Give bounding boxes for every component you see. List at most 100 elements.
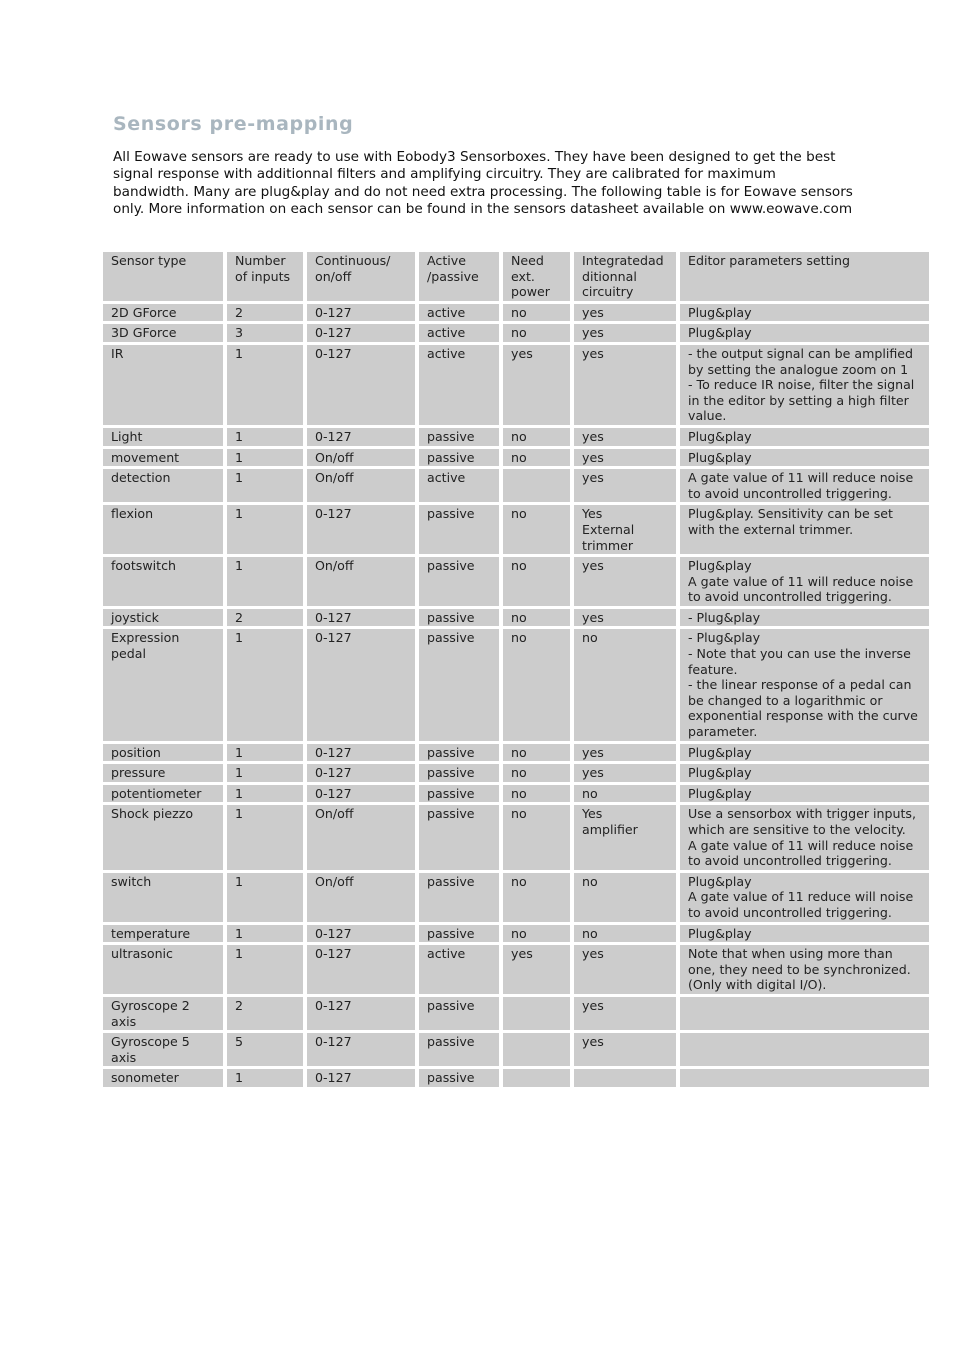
cell-text-line: External trimmer bbox=[582, 521, 635, 553]
table-row: switch 1 On/off passive no no Plug&play A gate … bbox=[103, 872, 929, 922]
table-row: 3D GForce 3 0-127 active no yes Plug&play bbox=[103, 324, 929, 342]
cell-text-line: - To reduce IR noise, filter the signal … bbox=[688, 377, 915, 424]
cell-additional-circuitry: yes bbox=[574, 557, 676, 606]
cell-sensor-type: potentiometer bbox=[103, 784, 223, 803]
cell-number-of-inputs: 1 bbox=[227, 629, 303, 741]
cell-need-ext-power: no bbox=[503, 448, 570, 467]
cell-signal-type: 0-127 bbox=[307, 1033, 415, 1067]
cell-signal-type: 0-127 bbox=[307, 344, 415, 425]
cell-need-ext-power: no bbox=[503, 784, 570, 803]
cell-active-passive: passive bbox=[419, 629, 499, 741]
cell-text-line: A gate value of 11 will reduce noise to … bbox=[688, 837, 914, 869]
cell-additional-circuitry: yes bbox=[574, 448, 676, 467]
cell-editor-parameters: Plug&play bbox=[680, 448, 929, 467]
cell-need-ext-power bbox=[503, 996, 570, 1031]
cell-sensor-type: 3D GForce bbox=[103, 324, 223, 342]
cell-signal-type: 0-127 bbox=[307, 629, 415, 741]
table-row: temperature 1 0-127 passive no no Plug&play bbox=[103, 924, 929, 943]
cell-text-line: Plug&play bbox=[688, 873, 752, 889]
section-title: Sensors pre-mapping bbox=[113, 113, 354, 135]
cell-number-of-inputs: 2 bbox=[227, 996, 303, 1031]
cell-signal-type: 0-127 bbox=[307, 996, 415, 1031]
cell-editor-parameters: - the output signal can be amplified by … bbox=[680, 344, 929, 425]
table-row: Gyroscope 2 axis 2 0-127 passive yes bbox=[103, 996, 929, 1031]
cell-editor-parameters: Plug&play A gate value of 11 reduce will … bbox=[680, 872, 929, 922]
cell-active-passive: passive bbox=[419, 743, 499, 762]
table-row: Expression pedal 1 0-127 passive no no - Plug&… bbox=[103, 629, 929, 741]
cell-additional-circuitry: yes bbox=[574, 427, 676, 446]
cell-sensor-type: temperature bbox=[103, 924, 223, 943]
cell-sensor-type: 2D GForce bbox=[103, 303, 223, 322]
table-row: Gyroscope 5 axis 5 0-127 passive yes bbox=[103, 1033, 929, 1067]
cell-additional-circuitry: yes bbox=[574, 469, 676, 503]
cell-need-ext-power: no bbox=[503, 872, 570, 922]
cell-sensor-type: switch bbox=[103, 872, 223, 922]
table-row: potentiometer 1 0-127 passive no no Plug&play bbox=[103, 784, 929, 803]
cell-active-passive: passive bbox=[419, 1069, 499, 1087]
cell-number-of-inputs: 1 bbox=[227, 469, 303, 503]
sensor-table: Sensor type Number of inputs Continuous/ o… bbox=[99, 249, 933, 1090]
table-row: position 1 0-127 passive no yes Plug&play bbox=[103, 743, 929, 762]
cell-need-ext-power: no bbox=[503, 303, 570, 322]
cell-text-line: Use a sensorbox with trigger inputs, whi… bbox=[688, 806, 916, 837]
cell-number-of-inputs: 3 bbox=[227, 324, 303, 342]
cell-additional-circuitry: yes bbox=[574, 1033, 676, 1067]
cell-additional-circuitry: no bbox=[574, 629, 676, 741]
cell-text-line: amplifier bbox=[582, 822, 638, 837]
cell-text-line: - Note that you can use the inverse feat… bbox=[688, 646, 911, 677]
cell-signal-type: 0-127 bbox=[307, 764, 415, 782]
cell-additional-circuitry: Yes amplifier bbox=[574, 805, 676, 870]
cell-editor-parameters: - Plug&play bbox=[680, 608, 929, 627]
cell-active-passive: active bbox=[419, 303, 499, 322]
cell-signal-type: 0-127 bbox=[307, 924, 415, 943]
cell-number-of-inputs: 1 bbox=[227, 764, 303, 782]
cell-active-passive: passive bbox=[419, 557, 499, 606]
cell-sensor-type: Gyroscope 2 axis bbox=[103, 996, 223, 1031]
cell-additional-circuitry: yes bbox=[574, 608, 676, 627]
cell-sensor-type: Light bbox=[103, 427, 223, 446]
cell-number-of-inputs: 2 bbox=[227, 303, 303, 322]
header-number-of-inputs: Number of inputs bbox=[227, 252, 303, 301]
cell-active-passive: passive bbox=[419, 608, 499, 627]
cell-text-line: A gate value of 11 will reduce noise to … bbox=[688, 573, 914, 605]
cell-active-passive: passive bbox=[419, 805, 499, 870]
table-row: Shock piezzo 1 On/off passive no Yes amplifier… bbox=[103, 805, 929, 870]
table-row: ultrasonic 1 0-127 active yes yes Note that wh… bbox=[103, 945, 929, 994]
cell-additional-circuitry: yes bbox=[574, 764, 676, 782]
cell-sensor-type: detection bbox=[103, 469, 223, 503]
cell-active-passive: passive bbox=[419, 996, 499, 1031]
cell-active-passive: passive bbox=[419, 872, 499, 922]
header-sensor-type: Sensor type bbox=[103, 252, 223, 301]
table-row: joystick 2 0-127 passive no yes - Plug&play bbox=[103, 608, 929, 627]
cell-signal-type: 0-127 bbox=[307, 608, 415, 627]
cell-active-passive: active bbox=[419, 324, 499, 342]
cell-additional-circuitry: yes bbox=[574, 743, 676, 762]
table-row: IR 1 0-127 active yes yes - the output signal … bbox=[103, 344, 929, 425]
cell-signal-type: 0-127 bbox=[307, 743, 415, 762]
cell-number-of-inputs: 1 bbox=[227, 805, 303, 870]
cell-number-of-inputs: 1 bbox=[227, 784, 303, 803]
cell-sensor-type: footswitch bbox=[103, 557, 223, 606]
cell-sensor-type: movement bbox=[103, 448, 223, 467]
cell-sensor-type: Expression pedal bbox=[103, 629, 223, 741]
cell-need-ext-power: no bbox=[503, 924, 570, 943]
cell-number-of-inputs: 1 bbox=[227, 344, 303, 425]
cell-signal-type: 0-127 bbox=[307, 505, 415, 555]
cell-editor-parameters: Plug&play bbox=[680, 427, 929, 446]
cell-text-line: - the linear response of a pedal can be … bbox=[688, 677, 918, 740]
cell-need-ext-power: no bbox=[503, 324, 570, 342]
cell-text-line: - the output signal can be amplified by … bbox=[688, 345, 914, 377]
cell-editor-parameters: Plug&play A gate value of 11 will reduce … bbox=[680, 557, 929, 606]
cell-sensor-type: flexion bbox=[103, 505, 223, 555]
cell-editor-parameters: - Plug&play - Note that you can use the i… bbox=[680, 629, 929, 741]
cell-signal-type: On/off bbox=[307, 805, 415, 870]
intro-paragraph: All Eowave sensors are ready to use with… bbox=[113, 149, 853, 218]
cell-signal-type: 0-127 bbox=[307, 1069, 415, 1087]
cell-editor-parameters: Plug&play bbox=[680, 324, 929, 342]
cell-editor-parameters: Note that when using more than one, they… bbox=[680, 945, 929, 994]
cell-signal-type: On/off bbox=[307, 469, 415, 503]
cell-number-of-inputs: 2 bbox=[227, 608, 303, 627]
cell-additional-circuitry: Yes External trimmer bbox=[574, 505, 676, 555]
cell-need-ext-power bbox=[503, 469, 570, 503]
cell-need-ext-power: yes bbox=[503, 945, 570, 994]
